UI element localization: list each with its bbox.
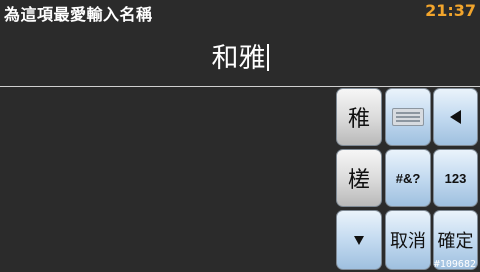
candidate-key-1[interactable]: 稚 [336,88,382,146]
candidate-label-1: 稚 [347,107,370,132]
backspace-button[interactable] [433,88,478,146]
keyboard-switch-button[interactable] [385,88,431,146]
numbers-button[interactable]: 123 [433,149,478,207]
more-candidates-button[interactable] [336,210,382,270]
symbols-button[interactable]: #&? [385,149,431,207]
input-text-wrapper: 和雅 [0,36,480,75]
input-value: 和雅 [211,43,266,74]
text-caret [266,44,269,71]
cancel-button[interactable]: 取消 [385,210,431,270]
clock: 21:37 [425,1,476,20]
symbols-label: #&? [395,170,421,186]
cancel-label: 取消 [390,231,426,252]
build-number: #109682 [433,259,476,270]
numbers-label: 123 [444,170,467,186]
keyboard-icon [392,108,424,126]
input-divider [0,86,480,87]
down-arrow-icon [354,235,364,245]
backspace-arrow-icon [450,110,461,124]
candidate-label-2: 槎 [347,168,370,193]
candidate-key-2[interactable]: 槎 [336,149,382,207]
name-input-field[interactable]: 和雅 [0,22,480,86]
confirm-label: 確定 [437,231,474,252]
top-bar: 為這項最愛輸入名稱 21:37 [0,0,480,24]
